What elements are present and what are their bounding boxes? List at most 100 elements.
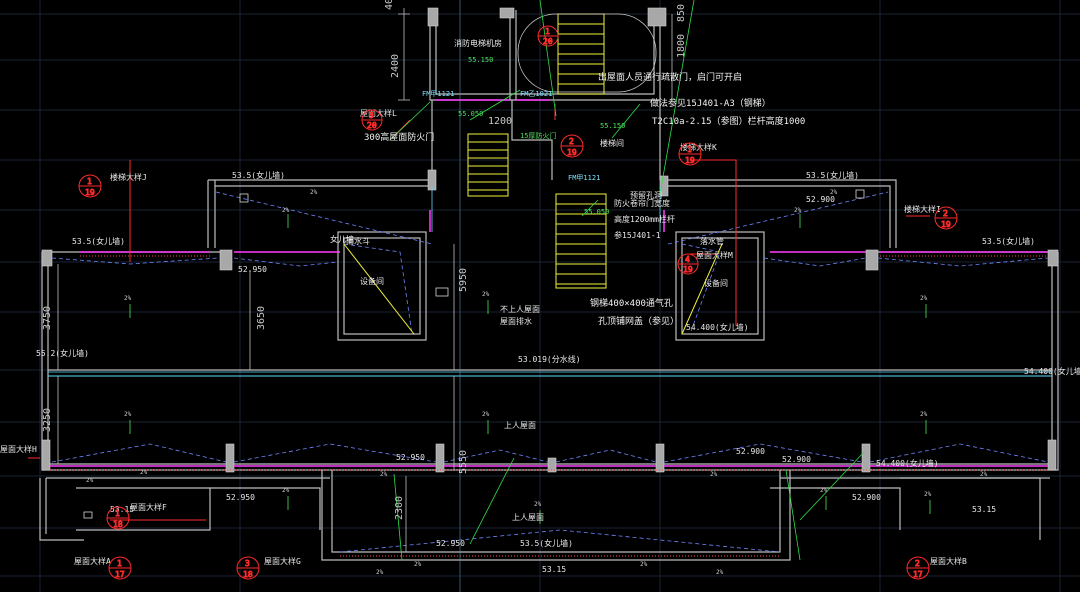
elevation-e11: 54.400(女儿墙) <box>686 322 749 332</box>
detail-tag-3: 楼梯大样I <box>904 204 941 214</box>
elevation-e22: 52.950 <box>436 539 465 548</box>
elevation-e10: 53.5(女儿墙) <box>982 236 1035 246</box>
detail-tag-5: 屋面大样M <box>696 250 733 260</box>
svg-text:3: 3 <box>245 559 250 568</box>
elevation-e1: 55.150 <box>468 56 493 64</box>
elevation-e18: 53.15 <box>972 505 996 514</box>
slope-label: 2% <box>140 469 148 476</box>
wall-columns <box>41 7 1059 473</box>
svg-text:20: 20 <box>367 121 377 130</box>
slope-label: 2% <box>310 189 318 196</box>
detail-marker[interactable]: 2 19 <box>560 134 584 158</box>
sub-detail-label: 屋面排水 <box>500 316 532 326</box>
detail-marker[interactable]: 2 19 <box>934 206 958 230</box>
slope-label: 2% <box>376 569 384 576</box>
roof-access-label: 不上人屋面 <box>500 305 540 314</box>
detail-marker[interactable]: 1 18 <box>106 506 130 530</box>
dim-2300: 2300 <box>394 496 405 520</box>
elevation-e8: 52.950 <box>238 265 267 274</box>
elevation-e9: 53.5(女儿墙) <box>72 236 125 246</box>
elevation-e13: 54.400(女儿墙) <box>1024 366 1080 376</box>
elevation-e19: 52.950 <box>226 493 255 502</box>
wall-label: 女儿墙 <box>330 234 354 244</box>
cyan-lines <box>48 0 1052 592</box>
room-stair-label: 楼梯间 <box>600 138 624 148</box>
cad-drawing-canvas[interactable]: 消防电梯机房 55.150 55.150 55.050 55.050 楼梯间 F… <box>0 0 1080 592</box>
svg-text:19: 19 <box>85 188 95 197</box>
slope-label: 2% <box>282 487 290 494</box>
elevation-e14: 55.2(女儿墙) <box>36 348 89 358</box>
svg-text:2: 2 <box>915 559 920 568</box>
slope-label: 2% <box>924 491 932 498</box>
svg-text:18: 18 <box>113 520 123 529</box>
parapet-strips <box>50 255 1048 557</box>
detail-marker[interactable]: 4 19 <box>677 253 699 275</box>
detail-marker[interactable]: 2 17 <box>906 556 930 580</box>
dim-5550: 5550 <box>458 450 469 474</box>
svg-text:2: 2 <box>943 209 948 218</box>
slope-label: 2% <box>920 411 928 418</box>
detail-marker[interactable]: 1 20 <box>537 25 559 47</box>
elevation-e20: 52.900 <box>852 493 881 502</box>
room-b-label: 设备间 <box>704 278 728 288</box>
slope-label: 2% <box>380 471 388 478</box>
svg-text:19: 19 <box>941 220 951 229</box>
slope-label: 2% <box>820 487 828 494</box>
elevation-e6: 53.5(女儿墙) <box>806 170 859 180</box>
detail-marker[interactable]: 1 17 <box>108 556 132 580</box>
detail-tag-8: 屋面大样G <box>264 556 301 566</box>
dim-3650: 3650 <box>256 306 267 330</box>
label-ref: 参15J401-1 <box>614 230 661 240</box>
detail-tag-7: 屋面大样A <box>74 556 111 566</box>
detail-tag-2: 楼梯大样J <box>110 172 147 182</box>
slope-label: 2% <box>830 189 838 196</box>
elevation-e4: 55.050 <box>584 208 609 216</box>
svg-text:4: 4 <box>685 255 690 264</box>
detail-marker[interactable]: 3 18 <box>236 556 260 580</box>
slope-label: 2% <box>794 207 802 214</box>
slope-label: 2% <box>282 207 290 214</box>
door-label-1: FM甲1121 <box>422 90 454 98</box>
elevation-e21: 53.5(女儿墙) <box>520 538 573 548</box>
detail-tag-9: 屋面大样B <box>930 556 967 566</box>
svg-text:1: 1 <box>117 559 122 568</box>
detail-markers: 1 19 2 19 1 19 2 19 1 18 1 17 3 18 2 17 … <box>78 25 958 580</box>
detail-marker[interactable]: 1 19 <box>78 174 102 198</box>
svg-text:1: 1 <box>87 177 92 186</box>
room-a-label: 设备间 <box>360 276 384 286</box>
svg-text:17: 17 <box>913 570 923 579</box>
svg-text:18: 18 <box>243 570 253 579</box>
door-label-2: FM乙1021 <box>520 90 552 98</box>
elevation-e24: 54.400(女儿墙) <box>876 458 939 468</box>
svg-text:19: 19 <box>683 265 693 274</box>
elevation-e3: 55.050 <box>458 110 483 118</box>
svg-text:17: 17 <box>115 570 125 579</box>
label-railing: 高度1200mm栏杆 <box>614 214 675 224</box>
svg-text:2: 2 <box>569 137 574 146</box>
svg-text:1: 1 <box>687 145 692 154</box>
fire-door-note: 15厚防火门 <box>520 131 556 140</box>
note-cn-4: 300高屋面防火门 <box>364 131 434 143</box>
dim-400: 400 <box>384 0 395 10</box>
detail-marker[interactable]: 3 20 <box>361 109 383 131</box>
slope-label: 2% <box>124 411 132 418</box>
slope-label: 2% <box>414 561 422 568</box>
dim-1200: 1200 <box>488 116 512 127</box>
dim-2400: 2400 <box>390 54 401 78</box>
elevation-e2: 55.150 <box>600 122 625 130</box>
slope-label: 2% <box>640 561 648 568</box>
label-hole: 预留孔洞 <box>630 190 662 200</box>
svg-text:1: 1 <box>115 509 120 518</box>
detail-marker[interactable]: 1 19 <box>678 142 702 166</box>
dim-3250: 3250 <box>42 408 53 432</box>
slope-label: 2% <box>920 295 928 302</box>
elevation-e5: 53.5(女儿墙) <box>232 170 285 180</box>
note-cn-2: 做法参见15J401-A3（钢梯） <box>650 97 771 109</box>
note-cn-1: 出屋面人员通行疏散门，启门可开启 <box>598 71 742 83</box>
roof-access-label-2: 上人屋面 <box>504 421 536 430</box>
door-label-3: FM甲1121 <box>568 174 600 182</box>
slope-label: 2% <box>534 501 542 508</box>
roof-access-label-3: 上人屋面 <box>512 513 544 522</box>
svg-text:20: 20 <box>543 37 553 46</box>
elevation-e7: 52.900 <box>806 195 835 204</box>
